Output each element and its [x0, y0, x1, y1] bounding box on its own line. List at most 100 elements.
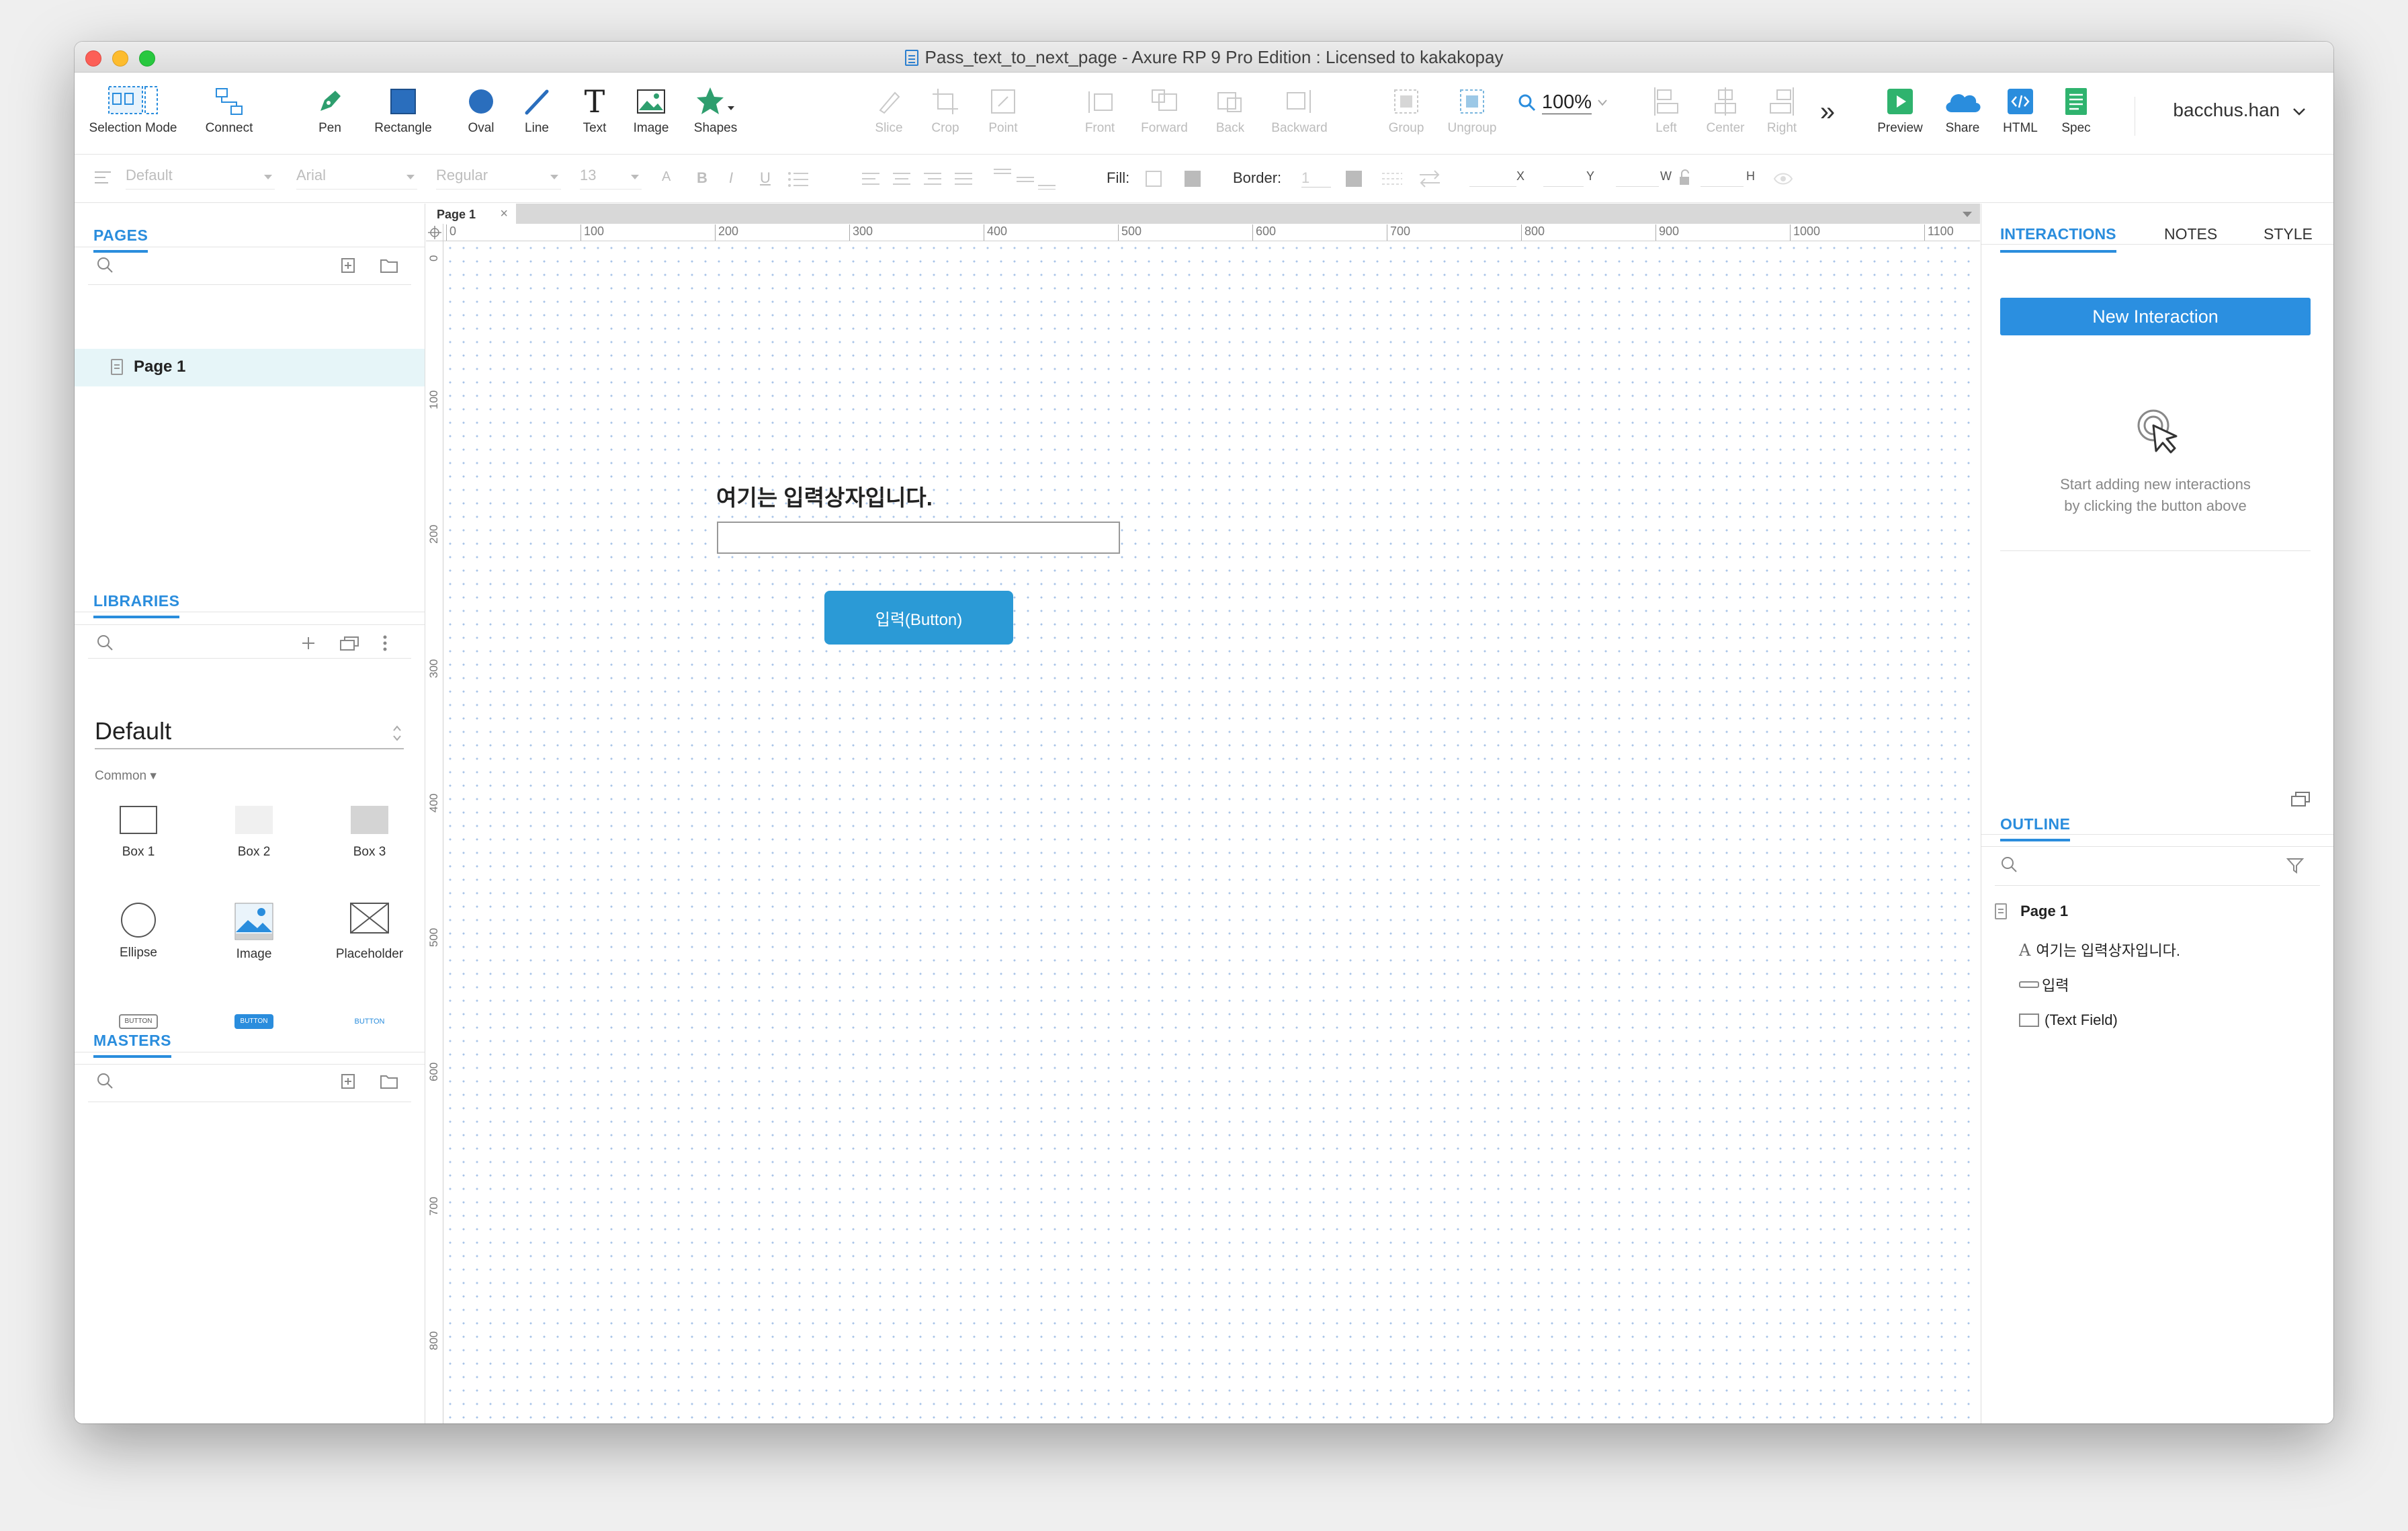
align-left-button[interactable]: Left	[1643, 82, 1690, 136]
widget-box-3[interactable]: Box 3	[319, 806, 420, 860]
widget-ellipse[interactable]: Ellipse	[88, 903, 189, 960]
slice-tool-button[interactable]: Slice	[862, 82, 916, 136]
widget-button[interactable]: BUTTON	[88, 1014, 189, 1029]
crop-tool-button[interactable]: Crop	[918, 82, 972, 136]
filter-icon[interactable]	[2286, 857, 2307, 874]
group-button[interactable]: Group	[1379, 82, 1433, 136]
rectangle-tool-button[interactable]: Rectangle	[366, 82, 440, 136]
library-category[interactable]: Common ▾	[95, 768, 157, 784]
text-color-icon[interactable]: A	[662, 169, 671, 185]
bullet-list-icon[interactable]	[787, 171, 810, 188]
outline-page-row[interactable]: Page 1	[1995, 903, 2068, 920]
canvas-grid[interactable]: 여기는 입력상자입니다. 입력(Button)	[444, 242, 1980, 1423]
widget-placeholder[interactable]: Placeholder	[319, 903, 420, 962]
pages-header[interactable]: PAGES	[93, 226, 148, 253]
visibility-eye-icon[interactable]	[1773, 172, 1793, 185]
bold-icon[interactable]: B	[697, 169, 707, 187]
align-center-button[interactable]: Center	[1695, 82, 1756, 136]
height-input[interactable]	[1701, 169, 1744, 187]
font-dropdown[interactable]: Arial	[296, 167, 417, 190]
outline-item-text-field[interactable]: (Text Field)	[2019, 1011, 2118, 1029]
search-icon[interactable]	[96, 634, 114, 651]
font-weight-dropdown[interactable]: Regular	[436, 167, 561, 190]
library-select[interactable]: Default	[95, 717, 404, 749]
line-tool-button[interactable]: Line	[510, 82, 564, 136]
fill-color-swatch[interactable]	[1146, 171, 1162, 187]
tab-interactions[interactable]: INTERACTIONS	[2000, 225, 2116, 253]
search-icon[interactable]	[96, 256, 114, 274]
outline-item-button[interactable]: 입력	[2019, 974, 2069, 995]
bring-to-front-button[interactable]: Front	[1073, 82, 1127, 136]
popout-panel-icon[interactable]	[2290, 790, 2312, 809]
style-dropdown[interactable]: Default	[126, 167, 275, 190]
libraries-header[interactable]: LIBRARIES	[93, 592, 180, 618]
horizontal-ruler: 0 100 200 300 400 500 600 700 800 900 1000 1100	[443, 224, 1980, 241]
canvas-button-widget[interactable]: 입력(Button)	[824, 591, 1013, 645]
tab-style[interactable]: STYLE	[2264, 225, 2313, 243]
html-button[interactable]: HTML	[1993, 82, 2047, 136]
tab-label: Page 1	[437, 208, 476, 221]
widget-image[interactable]: Image	[204, 903, 304, 962]
widget-link-button[interactable]: BUTTON	[319, 1014, 420, 1029]
search-icon[interactable]	[96, 1072, 114, 1089]
canvas-label-widget[interactable]: 여기는 입력상자입니다.	[716, 480, 933, 512]
more-tools-button[interactable]: »	[1811, 97, 1844, 127]
text-valign-icons[interactable]	[991, 167, 1058, 190]
y-position-input[interactable]	[1543, 169, 1584, 187]
user-menu[interactable]: bacchus.han	[2173, 99, 2307, 121]
more-options-icon[interactable]	[381, 634, 389, 653]
arrow-style-icon[interactable]	[1418, 169, 1441, 188]
add-library-icon[interactable]	[300, 635, 316, 651]
add-page-icon[interactable]	[341, 257, 357, 274]
page-tab-strip: Page 1 ×	[426, 204, 1980, 224]
border-width-input[interactable]: 1	[1301, 169, 1331, 188]
canvas-text-field-widget[interactable]	[717, 522, 1120, 554]
selection-mode-button[interactable]: Selection Mode	[87, 82, 179, 136]
tab-notes[interactable]: NOTES	[2164, 225, 2217, 243]
send-back-button[interactable]: Back	[1203, 82, 1257, 136]
shapes-tool-button[interactable]: Shapes	[682, 82, 749, 136]
widget-primary-button[interactable]: BUTTON	[204, 1014, 304, 1029]
spec-button[interactable]: Spec	[2053, 82, 2100, 136]
add-master-icon[interactable]	[341, 1073, 357, 1089]
send-backward-button[interactable]: Backward	[1264, 82, 1335, 136]
outline-header[interactable]: OUTLINE	[2000, 815, 2071, 841]
masters-header[interactable]: MASTERS	[93, 1032, 171, 1058]
pen-tool-button[interactable]: Pen	[303, 82, 357, 136]
lock-icon[interactable]	[1678, 169, 1691, 187]
width-input[interactable]	[1616, 169, 1659, 187]
share-button[interactable]: Share	[1936, 82, 1989, 136]
oval-tool-button[interactable]: Oval	[451, 82, 511, 136]
outline-item-label[interactable]: A 여기는 입력상자입니다.	[2019, 939, 2180, 960]
close-tab-icon[interactable]: ×	[500, 206, 508, 222]
x-position-input[interactable]	[1469, 169, 1516, 187]
zoom-control[interactable]: 100%	[1479, 91, 1647, 114]
text-align-icons[interactable]	[861, 171, 976, 188]
border-color-swatch[interactable]	[1346, 171, 1362, 187]
library-manage-icon[interactable]	[339, 635, 359, 651]
add-folder-icon[interactable]	[380, 257, 398, 274]
widget-box-1[interactable]: Box 1	[88, 806, 189, 860]
text-tool-button[interactable]: T Text	[568, 82, 621, 136]
widget-box-2[interactable]: Box 2	[204, 806, 304, 860]
italic-icon[interactable]: I	[729, 169, 733, 187]
border-style-icon[interactable]	[1381, 171, 1404, 187]
point-tool-button[interactable]: Point	[976, 82, 1030, 136]
divider	[75, 1064, 425, 1065]
bring-forward-button[interactable]: Forward	[1132, 82, 1197, 136]
new-interaction-button[interactable]: New Interaction	[2000, 298, 2311, 335]
tab-page-1[interactable]: Page 1 ×	[426, 204, 516, 224]
image-tool-button[interactable]: Image	[624, 82, 678, 136]
font-size-dropdown[interactable]: 13	[580, 167, 642, 190]
connect-button[interactable]: Connect	[196, 82, 263, 136]
add-folder-icon[interactable]	[380, 1073, 398, 1089]
ruler-corner[interactable]	[426, 224, 443, 241]
underline-icon[interactable]: U	[760, 169, 771, 187]
preview-button[interactable]: Preview	[1870, 82, 1930, 136]
tab-menu-chevron-icon[interactable]	[1961, 210, 1973, 218]
fill-shadow-swatch[interactable]	[1185, 171, 1201, 187]
search-icon[interactable]	[2000, 856, 2018, 873]
page-item-page-1[interactable]: Page 1	[75, 349, 425, 386]
divider	[1981, 834, 2333, 835]
align-right-button[interactable]: Right	[1758, 82, 1805, 136]
